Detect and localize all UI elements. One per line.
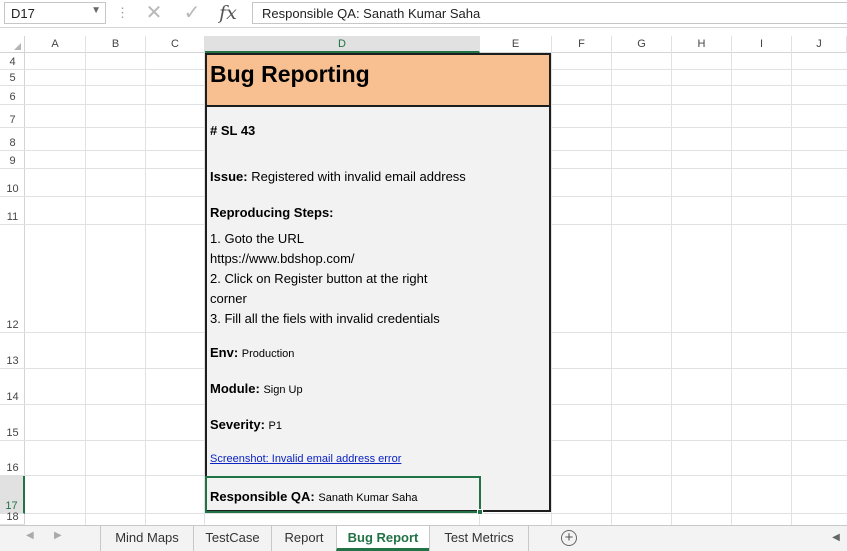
card-title[interactable]: Bug Reporting xyxy=(210,61,370,88)
column-header-i[interactable]: I xyxy=(732,36,792,53)
issue-value: Registered with invalid email address xyxy=(251,169,466,184)
row-header-17[interactable]: 17 xyxy=(0,476,25,514)
scroll-tabs-left-icon[interactable]: ◀ xyxy=(26,530,34,541)
column-header-a[interactable]: A xyxy=(25,36,86,53)
row-header-6[interactable]: 6 xyxy=(0,86,25,105)
row-header-18[interactable]: 18 xyxy=(0,511,25,525)
cancel-icon[interactable]: ✕ xyxy=(143,0,165,26)
column-header-h[interactable]: H xyxy=(672,36,732,53)
row-header: 4 5 6 7 8 9 10 11 12 13 14 15 16 17 18 xyxy=(0,53,25,525)
module-value: Sign Up xyxy=(263,384,303,396)
row-header-4[interactable]: 4 xyxy=(0,53,25,70)
qa-label: Responsible QA: xyxy=(210,489,315,504)
step-line: corner xyxy=(210,291,247,306)
scroll-tabs-right-icon[interactable]: ▶ xyxy=(54,530,62,541)
bug-id[interactable]: # SL 43 xyxy=(210,123,255,138)
bug-report-card: Bug Reporting # SL 43 Issue: Registered … xyxy=(205,53,551,512)
formula-bar: D17 ▼ ⋮ ✕ ✓ fx Responsible QA: Sanath Ku… xyxy=(0,0,847,28)
enter-check-icon[interactable]: ✓ xyxy=(181,0,203,26)
steps-label: Reproducing Steps: xyxy=(210,205,334,220)
column-header-e[interactable]: E xyxy=(480,36,552,53)
vertical-dots-icon: ⋮ xyxy=(116,5,129,20)
title-band: Bug Reporting xyxy=(207,55,549,107)
steps-label-cell[interactable]: Reproducing Steps: xyxy=(210,205,334,220)
cell-grid[interactable]: Bug Reporting # SL 43 Issue: Registered … xyxy=(25,53,847,525)
env-label: Env: xyxy=(210,345,239,360)
tab-report[interactable]: Report xyxy=(271,526,336,551)
horizontal-scroll-left-icon[interactable]: ◀ xyxy=(829,529,843,547)
insert-function-icon[interactable]: fx xyxy=(217,0,239,26)
row-header-12[interactable]: 12 xyxy=(0,225,25,333)
module-label: Module: xyxy=(210,381,260,396)
tab-testcase[interactable]: TestCase xyxy=(193,526,271,551)
row-header-14[interactable]: 14 xyxy=(0,369,25,405)
row-header-8[interactable]: 8 xyxy=(0,128,25,151)
row-header-11[interactable]: 11 xyxy=(0,197,25,225)
qa-value: Sanath Kumar Saha xyxy=(318,492,418,504)
row-header-13[interactable]: 13 xyxy=(0,333,25,369)
column-header-g[interactable]: G xyxy=(612,36,672,53)
severity-value: P1 xyxy=(268,420,283,432)
formula-input[interactable]: Responsible QA: Sanath Kumar Saha xyxy=(252,2,847,24)
row-header-16[interactable]: 16 xyxy=(0,441,25,476)
issue-label: Issue: xyxy=(210,169,248,184)
name-box[interactable]: D17 ▼ xyxy=(4,2,106,24)
column-header-c[interactable]: C xyxy=(146,36,205,53)
severity-cell[interactable]: Severity: P1 xyxy=(210,417,282,432)
row-header-10[interactable]: 10 xyxy=(0,169,25,197)
tab-test-metrics[interactable]: Test Metrics xyxy=(429,526,529,551)
step-line: https://www.bdshop.com/ xyxy=(210,251,355,266)
name-box-value: D17 xyxy=(11,6,35,21)
sheet-tab-bar: ◀ ▶ Mind Maps TestCase Report Bug Report… xyxy=(0,525,847,551)
row-header-15[interactable]: 15 xyxy=(0,405,25,441)
row-header-7[interactable]: 7 xyxy=(0,105,25,128)
tab-mind-maps[interactable]: Mind Maps xyxy=(100,526,193,551)
chevron-down-icon[interactable]: ▼ xyxy=(91,5,101,16)
env-value: Production xyxy=(241,348,295,360)
column-header-j[interactable]: J xyxy=(792,36,847,53)
step-line: 3. Fill all the fiels with invalid crede… xyxy=(210,311,440,326)
steps-cell[interactable]: 1. Goto the URL https://www.bdshop.com/ … xyxy=(210,229,530,332)
add-sheet-icon[interactable]: + xyxy=(561,530,577,546)
column-header-f[interactable]: F xyxy=(552,36,612,53)
tab-bug-report[interactable]: Bug Report xyxy=(336,526,429,551)
column-header: A B C D E F G H I J xyxy=(0,36,847,53)
module-cell[interactable]: Module: Sign Up xyxy=(210,381,303,396)
env-cell[interactable]: Env: Production xyxy=(210,345,294,360)
qa-cell[interactable]: Responsible QA: Sanath Kumar Saha xyxy=(210,489,417,504)
severity-label: Severity: xyxy=(210,417,265,432)
issue-cell[interactable]: Issue: Registered with invalid email add… xyxy=(210,169,466,184)
bug-id-value: # SL 43 xyxy=(210,123,256,138)
column-header-b[interactable]: B xyxy=(86,36,146,53)
row-header-9[interactable]: 9 xyxy=(0,151,25,169)
column-header-d[interactable]: D xyxy=(205,36,480,53)
step-line: 1. Goto the URL xyxy=(210,231,304,246)
select-all-corner[interactable] xyxy=(0,36,25,53)
row-header-5[interactable]: 5 xyxy=(0,70,25,86)
screenshot-link[interactable]: Screenshot: Invalid email address error xyxy=(210,453,401,465)
step-line: 2. Click on Register button at the right xyxy=(210,271,428,286)
